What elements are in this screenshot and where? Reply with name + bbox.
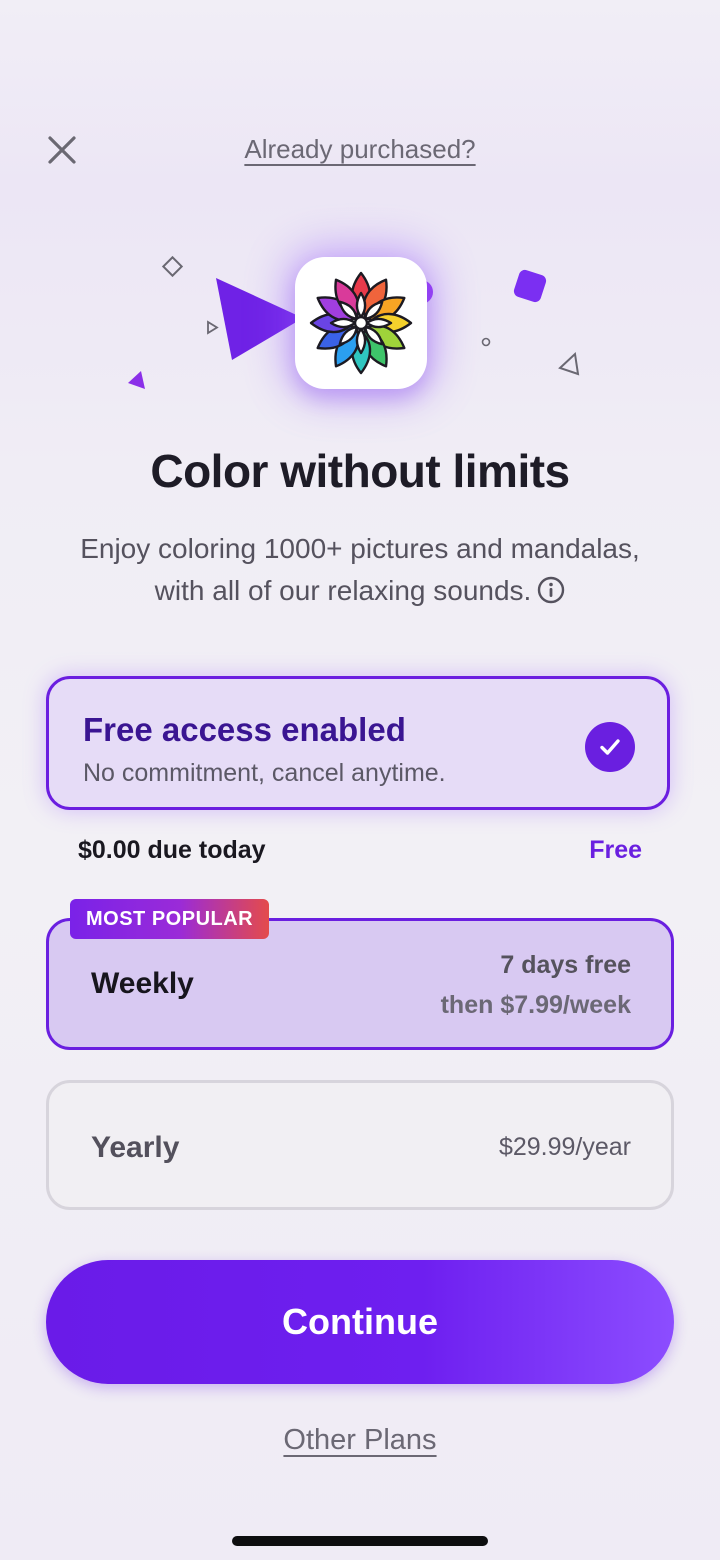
plan-weekly-trial: 7 days free: [500, 951, 631, 979]
subtitle-line-2-text: with all of our relaxing sounds.: [154, 575, 532, 606]
subtitle: Enjoy coloring 1000+ pictures and mandal…: [40, 528, 680, 612]
plan-weekly-label: Weekly: [91, 967, 194, 1000]
already-purchased-link[interactable]: Already purchased?: [244, 134, 475, 164]
plan-yearly-label: Yearly: [91, 1131, 180, 1164]
plan-yearly-price: $29.99/year: [498, 1133, 631, 1161]
free-access-toggle[interactable]: [585, 722, 635, 772]
other-plans-row: Other Plans: [0, 1424, 720, 1457]
tiny-circle-shape: [481, 337, 491, 347]
triangle-outline-shape: [558, 351, 580, 376]
already-purchased-row: Already purchased?: [0, 134, 720, 165]
plan-weekly-price: then $7.99/week: [440, 991, 631, 1019]
large-triangle-shape: [216, 278, 303, 360]
rounded-square-shape: [513, 269, 547, 303]
most-popular-badge: MOST POPULAR: [70, 899, 270, 939]
app-icon: [295, 257, 427, 389]
plan-option-yearly[interactable]: Yearly $29.99/year: [46, 1080, 674, 1210]
small-play-outline-shape: [207, 320, 219, 335]
small-triangle-shape: [128, 371, 145, 389]
free-access-title: Free access enabled: [83, 711, 406, 748]
home-indicator[interactable]: [232, 1536, 488, 1546]
subtitle-line-1: Enjoy coloring 1000+ pictures and mandal…: [80, 533, 640, 564]
due-today-value: Free: [589, 836, 642, 864]
free-access-card[interactable]: Free access enabled No commitment, cance…: [46, 676, 670, 810]
info-icon[interactable]: [537, 576, 565, 604]
other-plans-link[interactable]: Other Plans: [283, 1424, 436, 1456]
headline: Color without limits: [150, 445, 570, 497]
continue-button[interactable]: Continue: [46, 1260, 674, 1384]
checkmark-icon: [600, 739, 620, 755]
due-today-label: $0.00 due today: [78, 836, 266, 864]
subtitle-line-2: with all of our relaxing sounds.: [40, 570, 680, 612]
mandala-icon: [309, 271, 413, 375]
diamond-outline-shape: [161, 255, 184, 278]
free-access-subtitle: No commitment, cancel anytime.: [83, 759, 446, 787]
